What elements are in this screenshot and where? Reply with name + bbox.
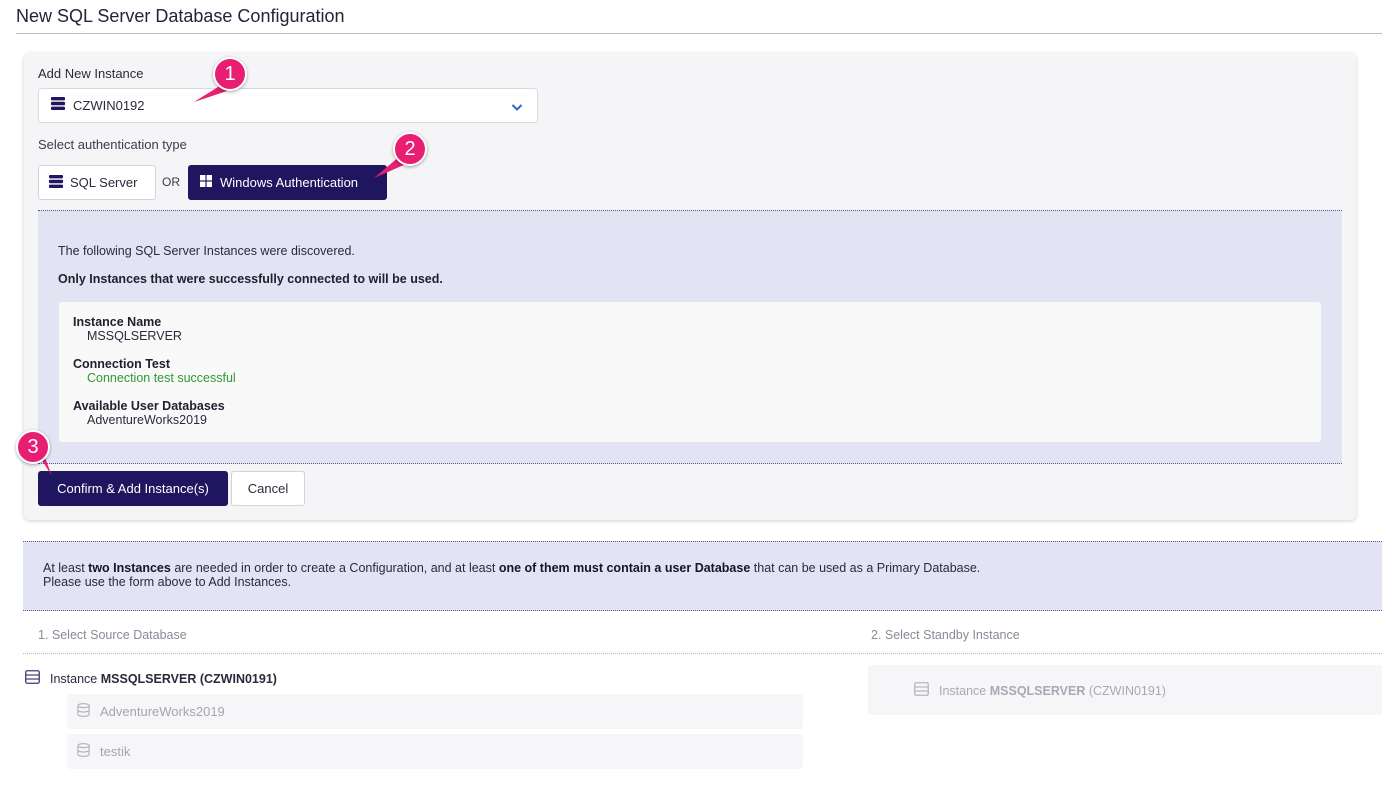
connection-test-label: Connection Test <box>73 357 170 371</box>
confirm-add-instances-button[interactable]: Confirm & Add Instance(s) <box>38 471 228 506</box>
database-icon <box>77 702 90 720</box>
callout-badge-1: 1 <box>213 57 247 91</box>
add-instance-label: Add New Instance <box>38 66 144 81</box>
instance-name-label: Instance Name <box>73 315 162 329</box>
discovered-instance <box>59 302 1321 442</box>
source-database-row[interactable]: testik <box>67 734 803 769</box>
instance-select[interactable]: CZWIN0192 <box>38 88 538 123</box>
server-icon <box>51 96 65 115</box>
windows-auth-label: Windows Authentication <box>220 175 359 190</box>
standby-instance[interactable]: Instance MSSQLSERVER (CZWIN0191) <box>914 682 1166 699</box>
or-separator: OR <box>162 175 180 189</box>
connection-test-value: Connection test successful <box>87 371 236 385</box>
step-standby-label: 2. Select Standby Instance <box>871 628 1020 642</box>
page-title: New SQL Server Database Configuration <box>16 6 345 26</box>
callout-badge-2: 2 <box>393 132 427 166</box>
source-instance[interactable]: Instance MSSQLSERVER (CZWIN0191) <box>25 670 277 687</box>
notice-line-2: Please use the form above to Add Instanc… <box>43 575 292 589</box>
discovery-note: Only Instances that were successfully co… <box>58 272 443 286</box>
server-icon <box>49 174 63 191</box>
source-database-row[interactable]: AdventureWorks2019 <box>67 694 803 729</box>
windows-icon <box>200 175 212 190</box>
standby-instance-text: Instance MSSQLSERVER (CZWIN0191) <box>939 683 1166 698</box>
user-databases-value: AdventureWorks2019 <box>87 413 207 427</box>
windows-auth-button[interactable]: Windows Authentication <box>188 165 387 200</box>
discovery-intro: The following SQL Server Instances were … <box>58 244 355 258</box>
source-instance-text: Instance MSSQLSERVER (CZWIN0191) <box>50 671 277 686</box>
instance-name-value: MSSQLSERVER <box>87 329 182 343</box>
notice-line-1: At least two Instances are needed in ord… <box>43 561 981 575</box>
cancel-button[interactable]: Cancel <box>231 471 305 506</box>
user-databases-label: Available User Databases <box>73 399 225 413</box>
sql-server-auth-label: SQL Server <box>70 175 138 190</box>
steps-divider <box>23 653 1382 654</box>
server-outline-icon <box>914 682 929 699</box>
instance-select-value: CZWIN0192 <box>73 98 145 113</box>
step-source-label: 1. Select Source Database <box>38 628 187 642</box>
server-outline-icon <box>25 670 40 687</box>
title-divider <box>16 33 1382 34</box>
callout-badge-3: 3 <box>16 430 50 464</box>
source-database-name: AdventureWorks2019 <box>100 704 225 719</box>
auth-type-label: Select authentication type <box>38 137 187 152</box>
sql-server-auth-button[interactable]: SQL Server <box>38 165 156 200</box>
database-icon <box>77 742 90 760</box>
source-database-name: testik <box>100 744 131 759</box>
chevron-down-icon[interactable] <box>511 100 523 118</box>
